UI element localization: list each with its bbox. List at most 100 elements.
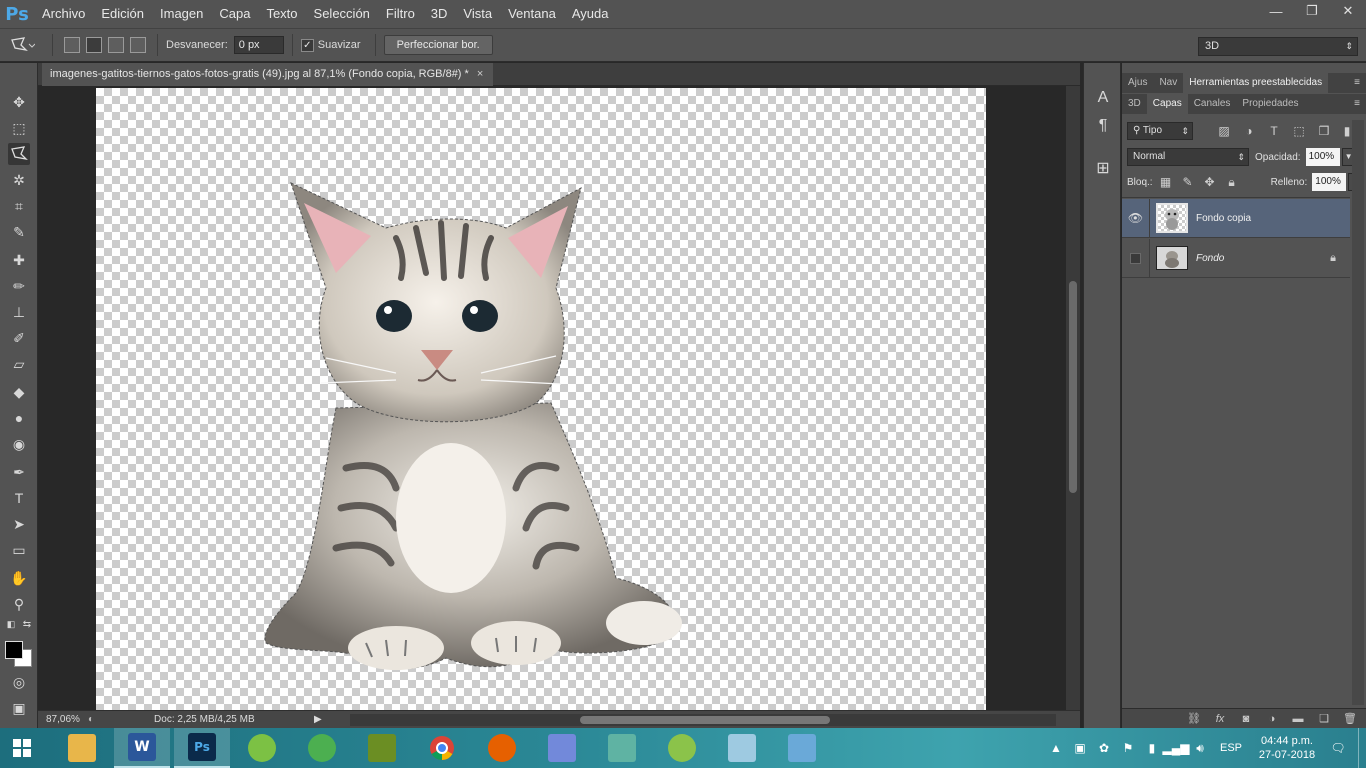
tab-adjustments[interactable]: Ajus <box>1122 73 1153 93</box>
tool-preset-picker[interactable] <box>0 28 44 62</box>
paint-bucket-tool-icon[interactable]: ◆ <box>8 381 30 403</box>
opacity-input[interactable]: 100% <box>1305 148 1340 166</box>
filter-shape-icon[interactable]: ⬚ <box>1290 122 1308 140</box>
add-selection-button[interactable] <box>86 37 102 53</box>
taskbar-app-notes[interactable] <box>714 728 770 768</box>
scroll-thumb[interactable] <box>1069 281 1077 493</box>
clone-stamp-tool-icon[interactable]: ⊥ <box>8 301 30 323</box>
magic-wand-tool-icon[interactable]: ✲ <box>8 169 30 191</box>
menu-archivo[interactable]: Archivo <box>34 0 93 28</box>
filter-kind-select[interactable]: ⚲ Tipo ⇕ <box>1127 122 1193 140</box>
filter-type-icon[interactable]: T <box>1265 122 1283 140</box>
pen-tool-icon[interactable]: ✒ <box>8 461 30 483</box>
filter-pixel-icon[interactable]: ▨ <box>1215 122 1233 140</box>
character-panel-icon[interactable]: A <box>1092 87 1114 109</box>
start-button[interactable] <box>0 728 44 768</box>
lock-all-icon[interactable]: 🔒︎ <box>1223 173 1241 191</box>
add-mask-icon[interactable]: ◙ <box>1238 711 1254 727</box>
app-tray-icon[interactable]: ✿ <box>1094 738 1114 758</box>
menu-filtro[interactable]: Filtro <box>378 0 423 28</box>
battery-icon[interactable]: ▮ <box>1142 738 1162 758</box>
notifications-icon[interactable]: 🗨︎ <box>1328 738 1348 758</box>
history-brush-tool-icon[interactable]: ✐ <box>8 327 30 349</box>
brush-tool-icon[interactable]: ✏ <box>8 275 30 297</box>
delete-layer-icon[interactable]: 🗑︎ <box>1342 711 1358 727</box>
new-layer-icon[interactable]: ❑ <box>1316 711 1332 727</box>
tab-tool-presets[interactable]: Herramientas preestablecidas <box>1183 73 1329 93</box>
network-adapter-icon[interactable]: ▣ <box>1070 738 1090 758</box>
lock-pixels-icon[interactable]: ✎ <box>1179 173 1197 191</box>
screen-mode-icon[interactable]: ▣ <box>8 697 30 719</box>
taskbar-firefox[interactable] <box>474 728 530 768</box>
input-language[interactable]: ESP <box>1220 742 1242 754</box>
new-group-icon[interactable]: ▬ <box>1290 711 1306 727</box>
hand-tool-icon[interactable]: ✋ <box>8 567 30 589</box>
refine-edge-button[interactable]: Perfeccionar bor. <box>383 35 493 55</box>
horizontal-scrollbar[interactable] <box>350 714 1056 726</box>
visibility-toggle[interactable] <box>1122 238 1150 278</box>
lasso-tool-icon[interactable] <box>8 143 30 165</box>
status-arrow-icon[interactable]: ▶ <box>314 714 322 725</box>
subtract-selection-button[interactable] <box>108 37 124 53</box>
lock-position-icon[interactable]: ✥ <box>1201 173 1219 191</box>
intersect-selection-button[interactable] <box>130 37 146 53</box>
taskbar-app-game[interactable] <box>354 728 410 768</box>
adjustment-layer-icon[interactable]: ◑ <box>1264 711 1280 727</box>
marquee-tool-icon[interactable]: ⬚ <box>8 117 30 139</box>
swap-colors-icon[interactable]: ⇆ <box>20 618 34 630</box>
healing-brush-tool-icon[interactable]: ✚ <box>8 249 30 271</box>
paragraph-panel-icon[interactable]: ¶ <box>1092 115 1114 137</box>
zoom-tool-icon[interactable]: ⚲ <box>8 593 30 615</box>
clock[interactable]: 04:44 p.m. 27-07-2018 <box>1252 734 1322 762</box>
blend-mode-select[interactable]: Normal ⇕ <box>1127 148 1249 166</box>
eraser-tool-icon[interactable]: ▱ <box>8 353 30 375</box>
antialias-checkbox[interactable]: ✓ <box>300 38 314 52</box>
blur-tool-icon[interactable]: ● <box>8 407 30 429</box>
volume-icon[interactable]: 🔊︎ <box>1190 738 1210 758</box>
menu-seleccion[interactable]: Selección <box>306 0 378 28</box>
layer-row-fondo[interactable]: Fondo 🔒︎ <box>1122 238 1350 278</box>
new-selection-button[interactable] <box>64 37 80 53</box>
document-tab[interactable]: imagenes-gatitos-tiernos-gatos-fotos-gra… <box>42 63 494 86</box>
rectangle-tool-icon[interactable]: ▭ <box>8 539 30 561</box>
taskbar-app-green-2[interactable] <box>294 728 350 768</box>
tab-3d[interactable]: 3D <box>1122 94 1147 114</box>
link-layers-icon[interactable]: ⛓ <box>1186 711 1202 727</box>
menu-imagen[interactable]: Imagen <box>152 0 211 28</box>
show-hidden-icons-icon[interactable]: ▲ <box>1046 738 1066 758</box>
flag-icon[interactable]: ⚑ <box>1118 738 1138 758</box>
workspace-select[interactable]: 3D ⇕ <box>1198 37 1358 56</box>
visibility-eye-icon[interactable]: 👁︎ <box>1122 198 1150 238</box>
fill-input[interactable]: 100% <box>1312 173 1347 191</box>
tool-presets-panel-icon[interactable]: ⊞ <box>1092 157 1114 179</box>
taskbar-file-explorer[interactable] <box>54 728 110 768</box>
filter-toggle-icon[interactable]: ▮ <box>1343 122 1351 140</box>
layer-name[interactable]: Fondo <box>1196 253 1224 264</box>
layer-style-fx-icon[interactable]: fx <box>1212 711 1228 727</box>
canvas-area[interactable] <box>38 86 1066 710</box>
tab-properties[interactable]: Propiedades <box>1236 94 1304 114</box>
restore-button[interactable]: ❐ <box>1294 0 1330 22</box>
taskbar-app-blocks[interactable] <box>594 728 650 768</box>
menu-texto[interactable]: Texto <box>258 0 305 28</box>
filter-smart-object-icon[interactable]: ❒ <box>1315 122 1333 140</box>
taskbar-app-green-3[interactable] <box>654 728 710 768</box>
document-canvas[interactable] <box>96 88 986 710</box>
zoom-level[interactable]: 87,06% <box>38 714 88 725</box>
scroll-thumb[interactable] <box>580 716 830 724</box>
taskbar-app-green-1[interactable] <box>234 728 290 768</box>
path-selection-tool-icon[interactable]: ➤ <box>8 513 30 535</box>
taskbar-discord[interactable] <box>534 728 590 768</box>
status-menu-icon[interactable]: ◐ <box>88 714 94 725</box>
taskbar-app-photos[interactable] <box>774 728 830 768</box>
quick-mask-icon[interactable]: ◎ <box>8 671 30 693</box>
show-desktop-button[interactable] <box>1358 728 1366 768</box>
menu-3d[interactable]: 3D <box>423 0 456 28</box>
menu-edicion[interactable]: Edición <box>93 0 152 28</box>
foreground-color-swatch[interactable] <box>5 641 23 659</box>
type-tool-icon[interactable]: T <box>8 487 30 509</box>
document-info[interactable]: Doc: 2,25 MB/4,25 MB <box>154 714 314 725</box>
crop-tool-icon[interactable]: ⌗ <box>8 195 30 217</box>
panel-menu-icon[interactable]: ≡ <box>1354 77 1360 88</box>
vertical-scrollbar[interactable] <box>1066 86 1080 710</box>
